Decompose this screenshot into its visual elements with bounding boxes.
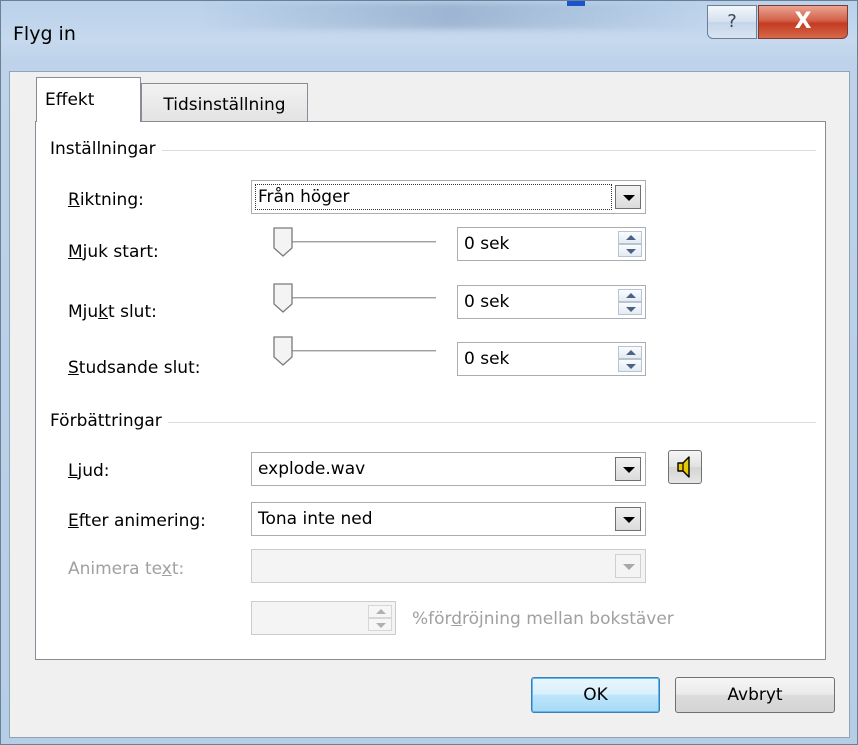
bounce-end-label: Studsande slut: [68, 358, 201, 378]
sound-dropdown[interactable]: explode.wav [251, 452, 646, 486]
chevron-down-icon[interactable] [615, 507, 641, 531]
smooth-start-label: Mjuk start: [68, 242, 159, 262]
tab-label: Tidsinställning [163, 95, 286, 115]
speaker-icon [677, 456, 690, 478]
animate-text-label: Animera text: [68, 559, 185, 579]
smooth-start-spinner[interactable]: 0 sek [457, 227, 646, 261]
ok-button[interactable]: OK [531, 677, 660, 713]
spin-up-icon[interactable] [618, 346, 642, 359]
title-bar-accent [567, 1, 585, 6]
tab-effekt[interactable]: Effekt [36, 77, 141, 122]
animate-text-dropdown[interactable] [251, 549, 646, 583]
chevron-down-icon[interactable] [615, 554, 641, 578]
group-divider [50, 150, 816, 151]
spin-down-icon[interactable] [618, 302, 642, 315]
smooth-end-slider-thumb[interactable] [272, 282, 294, 314]
cancel-button[interactable]: Avbryt [675, 677, 835, 713]
smooth-end-slider-track[interactable] [276, 297, 436, 299]
after-animation-label: Efter animering: [68, 511, 206, 531]
bounce-end-slider-track[interactable] [276, 350, 436, 352]
after-animation-dropdown[interactable]: Tona inte ned [251, 502, 646, 536]
close-button[interactable]: X [758, 5, 848, 39]
sound-preview-button[interactable] [668, 450, 702, 484]
smooth-start-slider-track[interactable] [276, 241, 436, 243]
letter-delay-spinner[interactable] [251, 601, 396, 635]
bounce-end-spinner[interactable]: 0 sek [457, 342, 646, 376]
direction-label: Riktning: [68, 190, 144, 210]
smooth-start-value: 0 sek [464, 234, 510, 254]
bounce-end-slider-thumb[interactable] [272, 335, 294, 367]
tab-label: Effekt [45, 90, 95, 110]
spinner-buttons [618, 231, 642, 257]
dialog-window: Flyg in ? X Effekt Tidsinställning Instä… [0, 0, 858, 745]
direction-value: Från höger [258, 187, 350, 207]
spinner-buttons [618, 346, 642, 372]
background-blur [201, 3, 701, 29]
bounce-end-value: 0 sek [464, 349, 510, 369]
spin-up-icon[interactable] [368, 605, 392, 618]
letter-delay-label: %fördröjning mellan bokstäver [412, 609, 674, 629]
chevron-down-icon[interactable] [615, 185, 641, 209]
spin-up-icon[interactable] [618, 231, 642, 244]
spinner-buttons [368, 605, 392, 631]
after-animation-value: Tona inte ned [258, 509, 373, 529]
spin-down-icon[interactable] [618, 359, 642, 372]
spin-up-icon[interactable] [618, 289, 642, 302]
smooth-end-value: 0 sek [464, 292, 510, 312]
sound-value: explode.wav [258, 459, 366, 479]
chevron-down-icon[interactable] [615, 457, 641, 481]
help-button[interactable]: ? [707, 5, 757, 39]
tab-panel-effekt: Inställningar Riktning: Från höger Mjuk … [35, 121, 826, 660]
smooth-end-label: Mjukt slut: [68, 302, 157, 322]
dialog-title: Flyg in [13, 23, 76, 45]
direction-dropdown[interactable]: Från höger [251, 180, 646, 214]
title-bar[interactable]: Flyg in ? X [1, 1, 857, 71]
tab-tidsinstallning[interactable]: Tidsinställning [141, 83, 308, 122]
group-label-settings: Inställningar [50, 139, 162, 159]
smooth-start-slider-thumb[interactable] [272, 226, 294, 258]
spinner-buttons [618, 289, 642, 315]
sound-label: Ljud: [68, 461, 110, 481]
dialog-body: Effekt Tidsinställning Inställningar Rik… [9, 71, 850, 738]
spin-down-icon[interactable] [618, 244, 642, 257]
spin-down-icon[interactable] [368, 618, 392, 631]
smooth-end-spinner[interactable]: 0 sek [457, 285, 646, 319]
group-label-enhancements: Förbättringar [50, 411, 168, 431]
